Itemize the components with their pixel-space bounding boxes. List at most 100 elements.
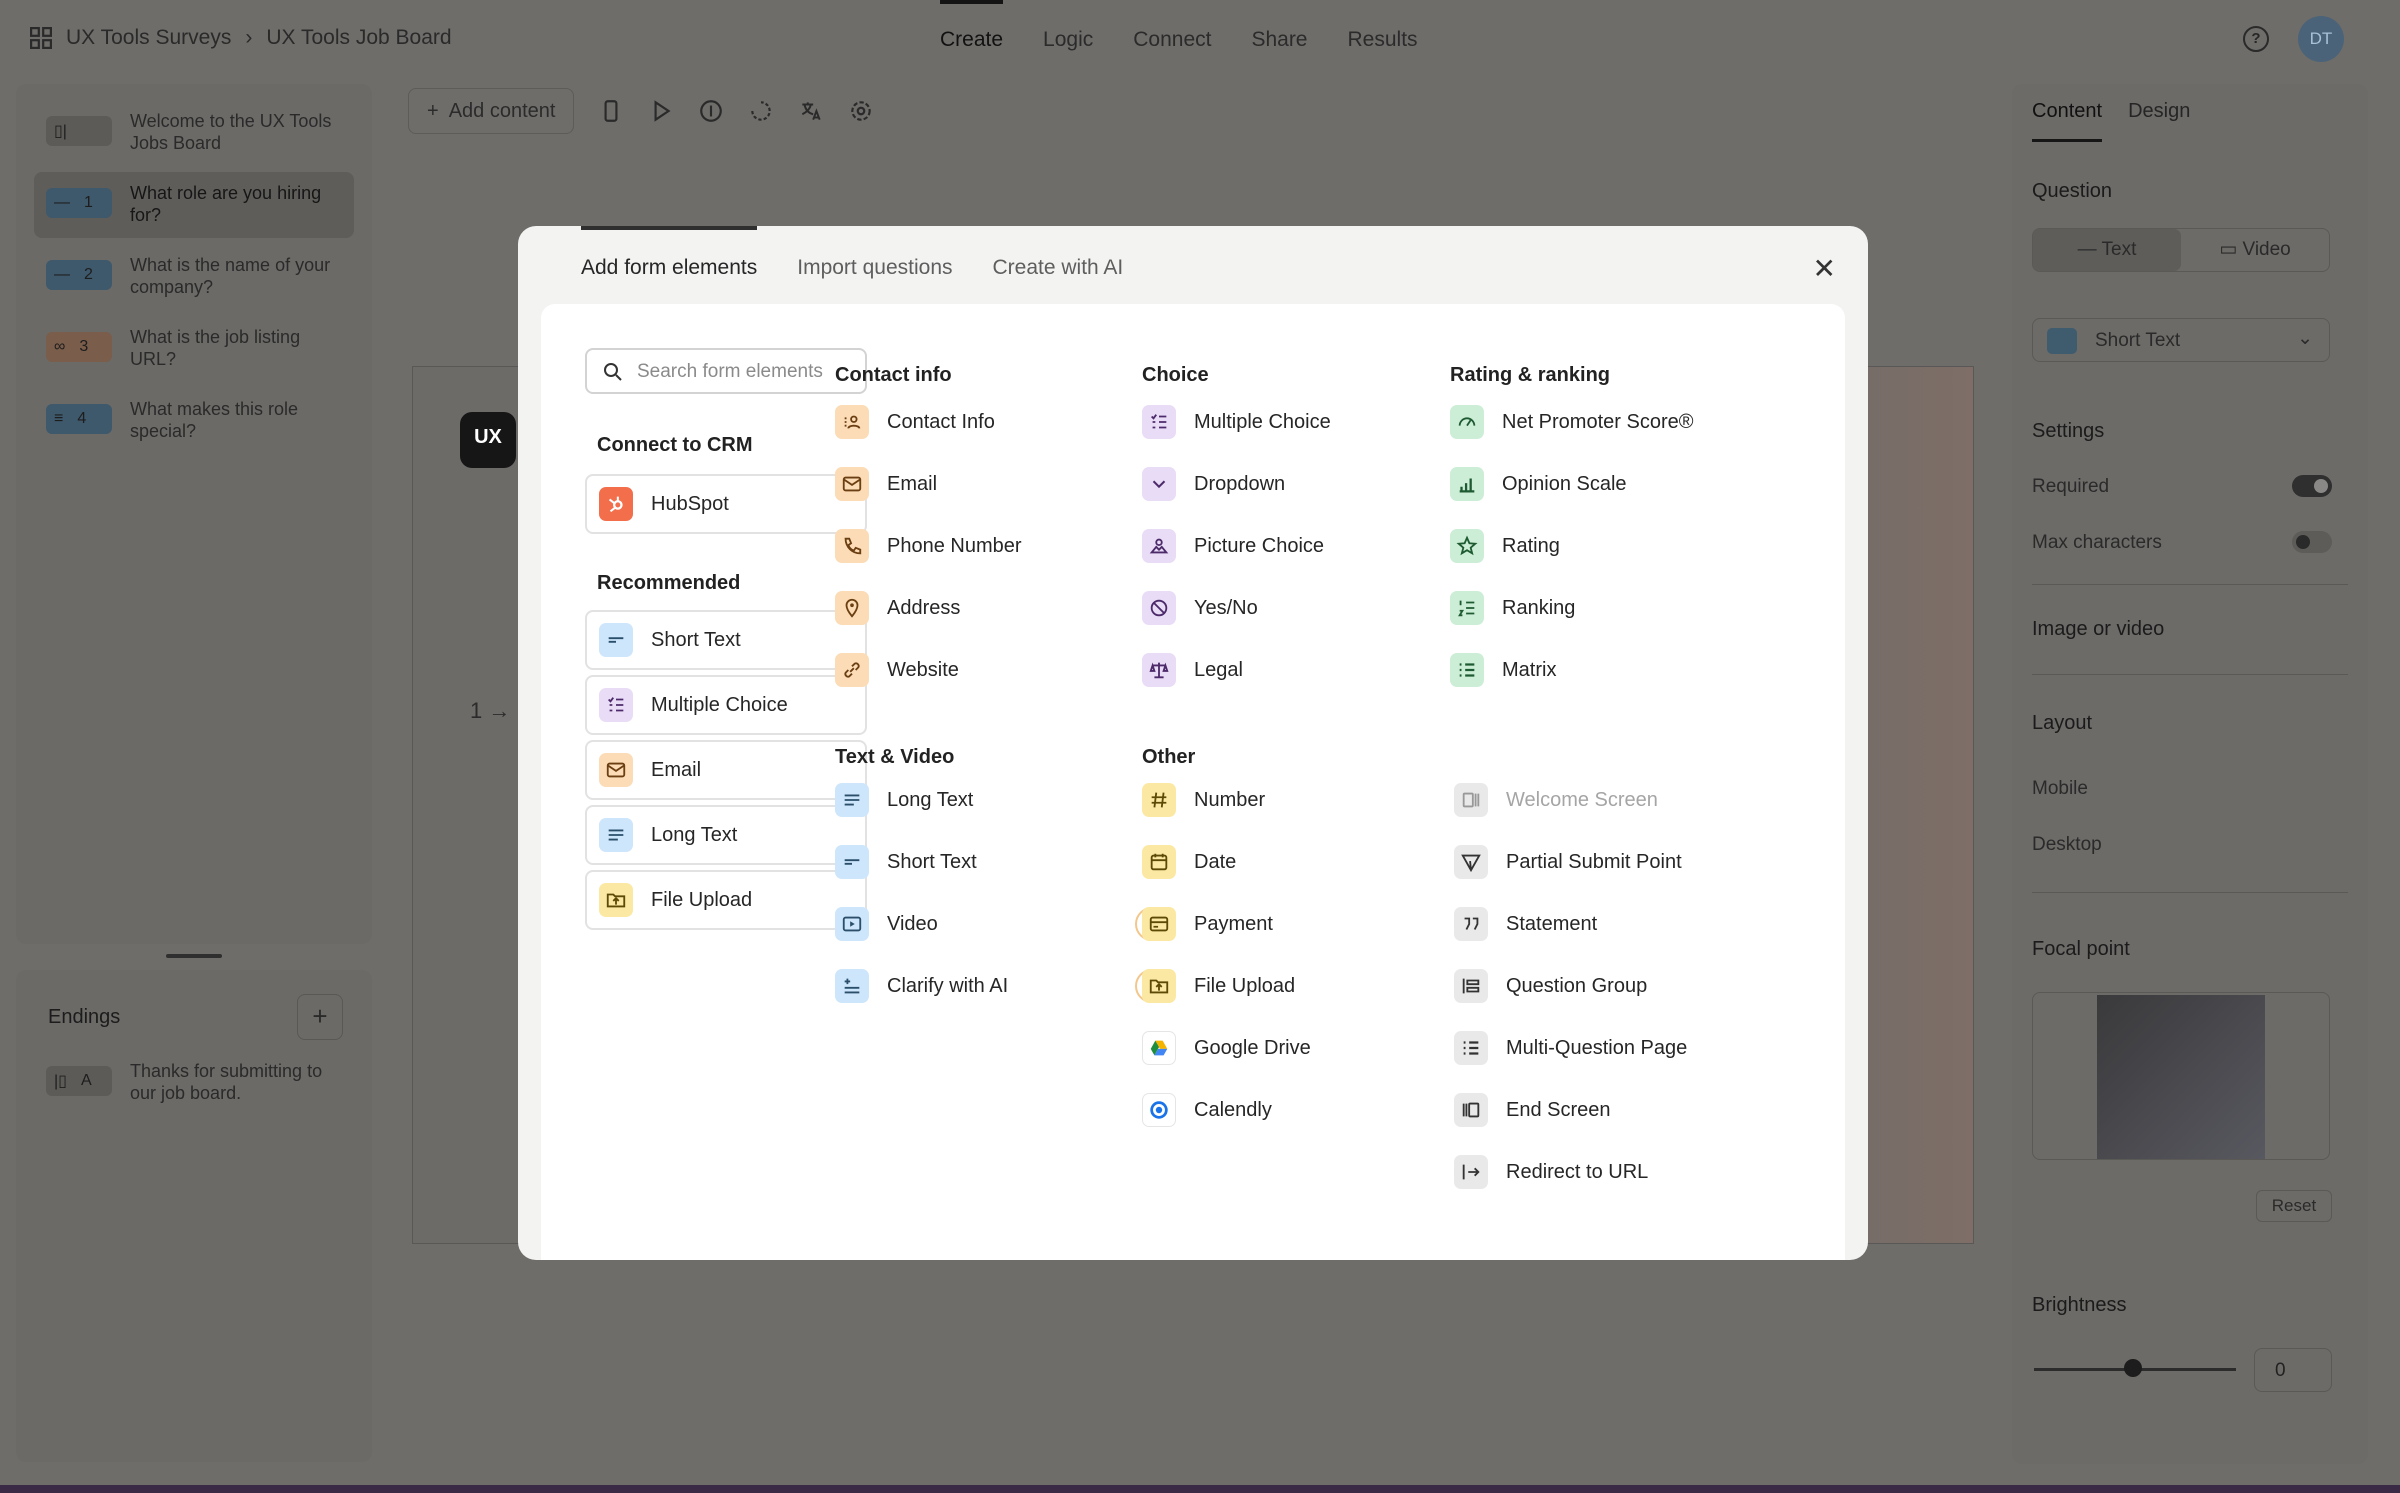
desktop-layout-label: Desktop	[2032, 834, 2102, 855]
gear-icon[interactable]	[848, 98, 874, 124]
theme-icon[interactable]	[748, 98, 774, 124]
required-toggle[interactable]	[2292, 475, 2332, 497]
question-item-2[interactable]: — 2 What is the name of your company?	[34, 244, 354, 310]
element-statement[interactable]: Statement	[1454, 906, 1597, 942]
panel-resize-handle[interactable]	[166, 954, 222, 958]
add-content-button[interactable]: + Add content	[408, 88, 575, 134]
question-text: What makes this role special?	[130, 399, 299, 441]
tab-content[interactable]: Content	[2032, 100, 2103, 142]
grid-icon[interactable]	[30, 27, 52, 49]
properties-tabs: Content Design	[2032, 100, 2190, 142]
element-question-group[interactable]: Question Group	[1454, 968, 1647, 1004]
element-redirect-to-url[interactable]: Redirect to URL	[1454, 1154, 1648, 1190]
max-characters-toggle[interactable]	[2292, 531, 2332, 553]
element-short-text[interactable]: Short Text	[585, 610, 867, 670]
nav-tab-share[interactable]: Share	[1251, 0, 1307, 78]
nav-tab-logic[interactable]: Logic	[1043, 0, 1093, 78]
welcome-screen-icon: ▯|	[46, 116, 112, 146]
help-icon[interactable]: ?	[2243, 26, 2269, 52]
video-type-button[interactable]: ▭ Video	[2181, 229, 2329, 271]
element-file-upload[interactable]: File Upload	[585, 870, 867, 930]
element-hubspot[interactable]: HubSpot	[585, 474, 867, 534]
question-item-1[interactable]: — 1 What role are you hiring for?	[34, 172, 354, 238]
translate-icon[interactable]	[798, 98, 824, 124]
tab-import-questions[interactable]: Import questions	[797, 226, 952, 304]
credit-card-icon	[1142, 907, 1176, 941]
element-clarify-with-ai[interactable]: Clarify with AI	[835, 968, 1008, 1004]
element-short-text[interactable]: Short Text	[835, 844, 977, 880]
long-text-icon: ≡ 4	[46, 404, 112, 434]
element-opinion-scale[interactable]: Opinion Scale	[1450, 466, 1627, 502]
question-text: What role are you hiring for?	[130, 183, 322, 225]
breadcrumb-workspace[interactable]: UX Tools Surveys	[66, 26, 231, 50]
breadcrumb-form[interactable]: UX Tools Job Board	[266, 26, 451, 50]
element-address[interactable]: Address	[835, 590, 960, 626]
element-long-text[interactable]: Long Text	[835, 782, 973, 818]
nav-tab-results[interactable]: Results	[1348, 0, 1418, 78]
element-video[interactable]: Video	[835, 906, 938, 942]
element-picture-choice[interactable]: Picture Choice	[1142, 528, 1324, 564]
element-nps[interactable]: Net Promoter Score®	[1450, 404, 1693, 440]
element-multi-question-page[interactable]: Multi-Question Page	[1454, 1030, 1687, 1066]
element-date[interactable]: Date	[1142, 844, 1236, 880]
form-logo: UX	[460, 412, 516, 468]
modal-tabs: Add form elements Import questions Creat…	[581, 226, 1123, 304]
question-type-dropdown[interactable]: Short Text ⌄	[2032, 318, 2330, 362]
matrix-icon	[1450, 653, 1484, 687]
close-icon[interactable]: ✕	[1813, 252, 1836, 285]
element-google-drive[interactable]: Google Drive	[1142, 1030, 1311, 1066]
tab-create-with-ai[interactable]: Create with AI	[993, 226, 1124, 304]
brightness-label: Brightness	[2032, 1294, 2127, 1316]
question-item-4[interactable]: ≡ 4 What makes this role special?	[34, 388, 354, 454]
hubspot-icon	[599, 487, 633, 521]
link-icon	[835, 653, 869, 687]
element-matrix[interactable]: Matrix	[1450, 652, 1556, 688]
add-ending-button[interactable]: +	[297, 994, 343, 1040]
element-payment[interactable]: Payment	[1142, 906, 1273, 942]
welcome-screen-icon	[1454, 783, 1488, 817]
tab-add-form-elements[interactable]: Add form elements	[581, 226, 758, 304]
element-partial-submit-point[interactable]: Partial Submit Point	[1454, 844, 1682, 880]
nav-tab-connect[interactable]: Connect	[1133, 0, 1211, 78]
nav-tab-create[interactable]: Create	[940, 0, 1004, 78]
scale-icon	[1142, 653, 1176, 687]
element-legal[interactable]: Legal	[1142, 652, 1243, 688]
contact-info-icon	[835, 405, 869, 439]
reset-button[interactable]: Reset	[2256, 1190, 2332, 1222]
ending-item[interactable]: |▯ A Thanks for submitting to our job bo…	[34, 1050, 354, 1116]
element-contact-info[interactable]: Contact Info	[835, 404, 995, 440]
element-rating[interactable]: Rating	[1450, 528, 1560, 564]
element-yes-no[interactable]: Yes/No	[1142, 590, 1258, 626]
long-text-icon	[599, 818, 633, 852]
element-number[interactable]: Number	[1142, 782, 1265, 818]
element-end-screen[interactable]: End Screen	[1454, 1092, 1611, 1128]
avatar[interactable]: DT	[2298, 16, 2344, 62]
brightness-slider-handle[interactable]	[2124, 1359, 2142, 1377]
rating-ranking-heading: Rating & ranking	[1450, 364, 1611, 386]
question-item-welcome[interactable]: ▯| Welcome to the UX Tools Jobs Board	[34, 100, 354, 166]
text-type-button[interactable]: — Text	[2033, 229, 2181, 271]
element-phone-number[interactable]: Phone Number	[835, 528, 1022, 564]
question-item-3[interactable]: ∞ 3 What is the job listing URL?	[34, 316, 354, 382]
question-type-toggle: — Text ▭ Video	[2032, 228, 2330, 272]
search-input[interactable]: Search form elements	[585, 348, 867, 394]
element-multiple-choice[interactable]: Multiple Choice	[585, 675, 867, 735]
tab-design[interactable]: Design	[2128, 100, 2190, 142]
element-long-text[interactable]: Long Text	[585, 805, 867, 865]
mobile-preview-icon[interactable]	[598, 98, 624, 124]
element-website[interactable]: Website	[835, 652, 959, 688]
element-calendly[interactable]: Calendly	[1142, 1092, 1272, 1128]
element-dropdown[interactable]: Dropdown	[1142, 466, 1285, 502]
play-icon[interactable]	[648, 98, 674, 124]
element-email[interactable]: Email	[835, 466, 937, 502]
element-multiple-choice[interactable]: Multiple Choice	[1142, 404, 1331, 440]
endings-title: Endings	[48, 1006, 121, 1028]
currency-icon[interactable]	[698, 98, 724, 124]
focal-point-picker[interactable]	[2032, 992, 2330, 1160]
element-email[interactable]: Email	[585, 740, 867, 800]
element-ranking[interactable]: Ranking	[1450, 590, 1575, 626]
brightness-input[interactable]: 0	[2254, 1348, 2332, 1392]
multi-question-icon	[1454, 1031, 1488, 1065]
element-file-upload[interactable]: File Upload	[1142, 968, 1295, 1004]
end-screen-icon: |▯ A	[46, 1066, 112, 1096]
